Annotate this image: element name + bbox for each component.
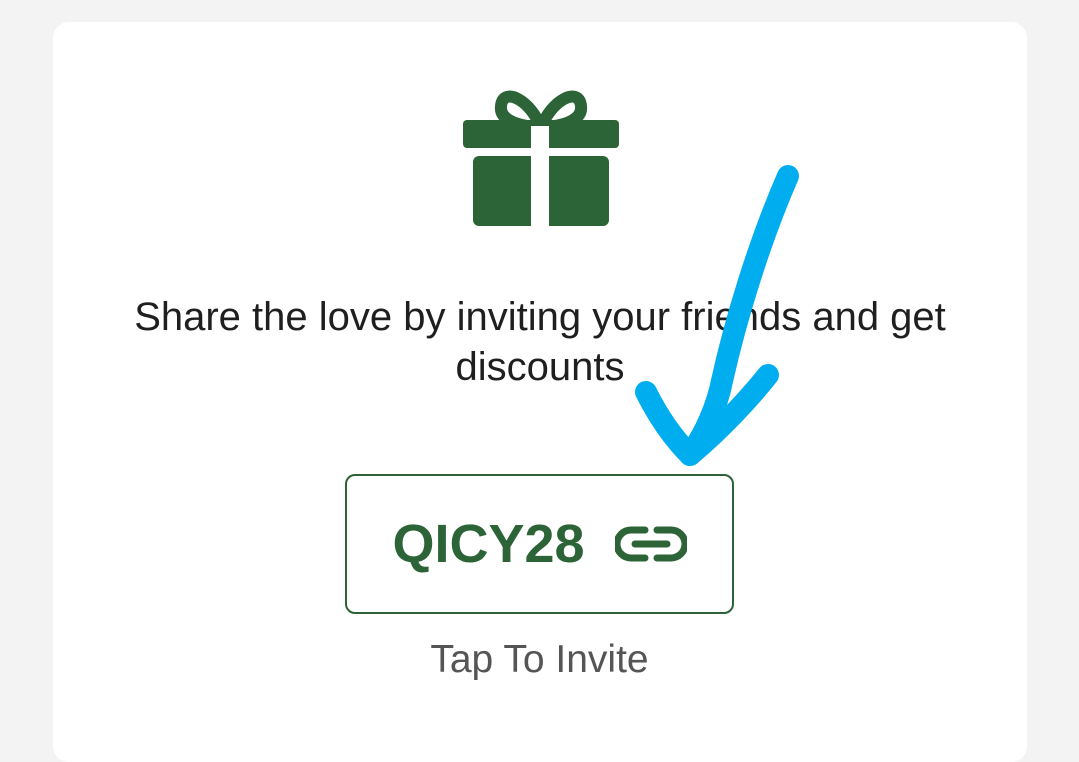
- tap-to-invite-label: Tap To Invite: [430, 638, 649, 681]
- referral-code-button[interactable]: QICY28: [345, 474, 734, 614]
- gift-icon: [463, 90, 619, 230]
- referral-code: QICY28: [392, 514, 585, 574]
- link-icon: [614, 526, 687, 562]
- invite-message: Share the love by inviting your friends …: [134, 295, 946, 389]
